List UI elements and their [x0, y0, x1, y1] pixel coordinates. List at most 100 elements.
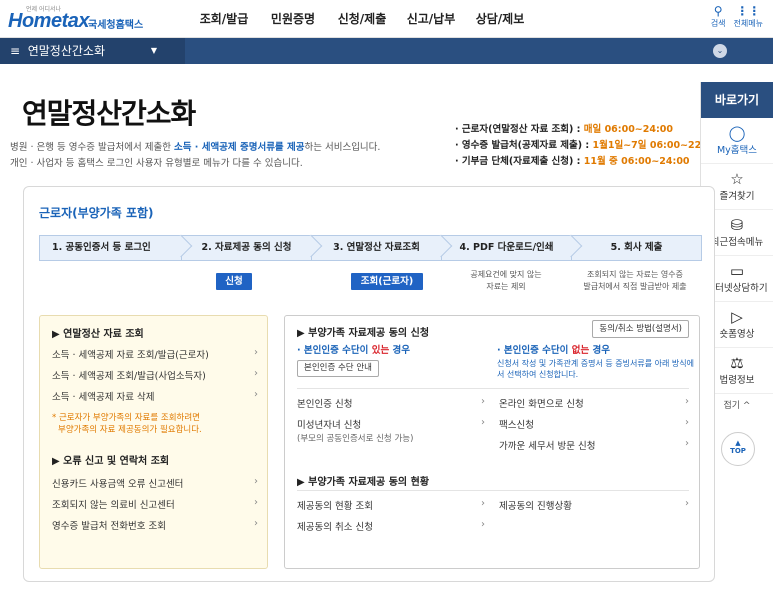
main-menu: 조회/발급 민원증명 신청/제출 신고/납부 상담/제보 — [190, 0, 535, 38]
intro-line1-highlight: 소득 · 세액공제 증명서류를 제공 — [174, 142, 305, 153]
list-item-label: 영수증 발급처 전화번호 조회 — [52, 521, 166, 532]
sub-navigation-bar: ≡ 연말정산간소화 ▼ ⌄ — [0, 38, 773, 64]
chevron-right-icon: › — [254, 368, 258, 379]
list-item-phone-lookup[interactable]: 영수증 발급처 전화번호 조회 › — [52, 518, 258, 532]
process-steps: 1. 공동인증서 등 로그인 2. 자료제공 동의 신청 3. 연말정산 자료조… — [39, 235, 702, 261]
scroll-top-button[interactable]: ▲ TOP — [721, 432, 755, 466]
list-item-card-error[interactable]: 신용카드 사용금액 오류 신고센터 › — [52, 476, 258, 490]
worker-section-card: 근로자(부양가족 포함) 1. 공동인증서 등 로그인 2. 자료제공 동의 신… — [23, 186, 715, 582]
cond-without-auth-post: 경우 — [589, 345, 611, 356]
list-item-online-apply[interactable]: 온라인 화면으로 신청 › — [499, 396, 689, 410]
nav-consult-report[interactable]: 상담/제보 — [466, 0, 534, 38]
search-icon: ⚲ — [713, 4, 723, 18]
chevron-right-icon: › — [481, 498, 485, 509]
list-item-consent-progress[interactable]: 제공동의 진행상황 › — [499, 498, 689, 512]
list-item-minor-child[interactable]: 미성년자녀 신청 › — [297, 417, 485, 431]
chevron-right-icon: › — [481, 396, 485, 407]
step-inquiry: 3. 연말정산 자료조회 — [311, 235, 442, 261]
list-item-business-inquiry[interactable]: 소득 · 세액공제 조회/발급(사업소득자) › — [52, 368, 258, 382]
expand-icon[interactable]: ⌄ — [713, 44, 727, 58]
divider — [297, 388, 689, 389]
list-item-consent-cancel[interactable]: 제공동의 취소 신청 › — [297, 519, 485, 533]
list-item-label: 미성년자녀 신청 — [297, 420, 362, 431]
minor-child-note: (부모의 공동인증서로 신청 가능) — [297, 434, 414, 444]
divider — [297, 490, 689, 491]
list-item-label: 소득 · 세액공제 자료 조회/발급(근로자) — [52, 350, 209, 361]
chevron-right-icon: › — [254, 476, 258, 487]
list-item-label: 본인인증 신청 — [297, 399, 353, 410]
list-item-fax-apply[interactable]: 팩스신청 › — [499, 417, 689, 431]
service-schedule: · 근로자(연말정산 자료 조회) : 매일 06:00~24:00 · 영수증… — [455, 122, 718, 170]
card-title: 근로자(부양가족 포함) — [39, 206, 154, 220]
inquiry-worker-button[interactable]: 조회(근로자) — [351, 273, 423, 290]
cond-without-auth-pre: · 본인인증 수단이 — [497, 345, 572, 356]
warning-line2: 부양가족의 자료 제공동의가 필요합니다. — [58, 425, 202, 435]
list-item-label: 가까운 세무서 방문 신청 — [499, 441, 596, 452]
pdf-note-line2: 자료는 제외 — [486, 282, 526, 291]
hometax-logo[interactable]: 언제 어디서나 Hometax 국세청홈택스 — [8, 4, 153, 34]
chevron-right-icon: › — [254, 347, 258, 358]
chevron-down-icon: ▼ — [150, 46, 157, 55]
cond-with-auth-post: 경우 — [389, 345, 411, 356]
step-login: 1. 공동인증서 등 로그인 — [39, 235, 182, 261]
step-submit: 5. 회사 제출 — [571, 235, 702, 261]
pdf-note: 공제요건에 맞지 않는 자료는 제외 — [453, 269, 559, 293]
submit-note-line1: 조회되지 않는 자료는 영수증 — [587, 270, 683, 279]
list-item-self-auth[interactable]: 본인인증 신청 › — [297, 396, 485, 410]
menu-dropdown-label: 연말정산간소화 — [27, 44, 105, 58]
list-item-label: 소득 · 세액공제 조회/발급(사업소득자) — [52, 371, 206, 382]
quick-item-label: My홈택스 — [716, 145, 758, 156]
page-title: 연말정산간소화 — [22, 97, 196, 130]
list-item-consent-status[interactable]: 제공동의 현황 조회 › — [297, 498, 485, 512]
hamburger-icon: ≡ — [10, 44, 21, 58]
nav-application-submit[interactable]: 신청/제출 — [328, 0, 396, 38]
without-auth-note: 신청서 작성 및 가족관계 증명서 등 증빙서류를 아래 방식에서 선택하여 신… — [497, 359, 694, 379]
header-tools: ⚲ 검색 ⋮⋮ 전체메뉴 — [711, 4, 763, 29]
top-label: TOP — [730, 447, 746, 455]
menu-dropdown[interactable]: ≡ 연말정산간소화 ▼ — [0, 38, 185, 64]
chevron-right-icon: › — [254, 518, 258, 529]
logo-wordmark: Hometax — [8, 10, 89, 32]
step-pdf: 4. PDF 다운로드/인쇄 — [441, 235, 572, 261]
quick-my-hometax[interactable]: ◯ My홈택스 — [701, 118, 773, 164]
step-consent: 2. 자료제공 동의 신청 — [181, 235, 312, 261]
submit-note: 조회되지 않는 자료는 영수증 발급처에서 직접 발급받아 제출 — [569, 269, 701, 293]
schedule-worker-time: 매일 06:00~24:00 — [583, 124, 674, 135]
warning-line1: * 근로자가 부양가족의 자료를 조회하려면 — [52, 413, 200, 423]
nav-inquiry-issue[interactable]: 조회/발급 — [190, 0, 258, 38]
nav-report-payment[interactable]: 신고/납부 — [397, 0, 465, 38]
chevron-right-icon: › — [481, 519, 485, 530]
list-item-label: 제공동의 취소 신청 — [297, 522, 373, 533]
list-item-medical-report[interactable]: 조회되지 않는 의료비 신고센터 › — [52, 497, 258, 511]
star-icon: ☆ — [730, 170, 744, 188]
schedule-donation-label: · 기부금 단체(자료제출 신청) : — [455, 156, 584, 167]
apply-button[interactable]: 신청 — [216, 273, 252, 290]
nav-civil-certificate[interactable]: 민원증명 — [259, 0, 327, 38]
list-item-visit-office[interactable]: 가까운 세무서 방문 신청 › — [499, 438, 689, 452]
quick-links-title: 바로가기 — [701, 82, 773, 118]
list-item-label: 제공동의 진행상황 — [499, 501, 572, 512]
chevron-right-icon: › — [685, 396, 689, 407]
inquiry-heading: ▶ 연말정산 자료 조회 — [52, 329, 144, 340]
search-button[interactable]: ⚲ 검색 — [711, 4, 726, 29]
intro-line1-a: 병원 · 은행 등 영수증 발급처에서 제출한 — [10, 142, 174, 153]
chevron-right-icon: › — [685, 498, 689, 509]
year-end-inquiry-box: ▶ 연말정산 자료 조회 소득 · 세액공제 자료 조회/발급(근로자) › 소득… — [39, 315, 268, 569]
list-item-worker-inquiry[interactable]: 소득 · 세액공제 자료 조회/발급(근로자) › — [52, 347, 258, 361]
all-menu-label: 전체메뉴 — [733, 19, 763, 28]
list-item-delete[interactable]: 소득 · 세액공제 자료 삭제 › — [52, 389, 258, 403]
consent-heading: ▶ 부양가족 자료제공 동의 신청 — [297, 328, 430, 339]
cond-with-auth-pre: · 본인인증 수단이 — [297, 345, 372, 356]
all-menu-button[interactable]: ⋮⋮ 전체메뉴 — [734, 4, 763, 29]
auth-method-guide-button[interactable]: 본인인증 수단 안내 — [297, 360, 379, 377]
cond-with-auth: · 본인인증 수단이 있는 경우 — [297, 342, 410, 356]
consent-guide-button[interactable]: 동의/취소 방법(설명서) — [592, 320, 689, 338]
dependent-consent-box: ▶ 부양가족 자료제공 동의 신청 동의/취소 방법(설명서) · 본인인증 수… — [284, 315, 700, 569]
chevron-right-icon: › — [254, 389, 258, 400]
search-label: 검색 — [710, 19, 726, 28]
grid-icon: ⋮⋮ — [736, 4, 761, 18]
error-report-heading: ▶ 오류 신고 및 연락처 조회 — [52, 456, 170, 467]
cond-with-auth-red: 있는 — [371, 345, 390, 356]
schedule-issuer-label: · 영수증 발급처(공제자료 제출) : — [455, 140, 593, 151]
chevron-right-icon: › — [685, 438, 689, 449]
